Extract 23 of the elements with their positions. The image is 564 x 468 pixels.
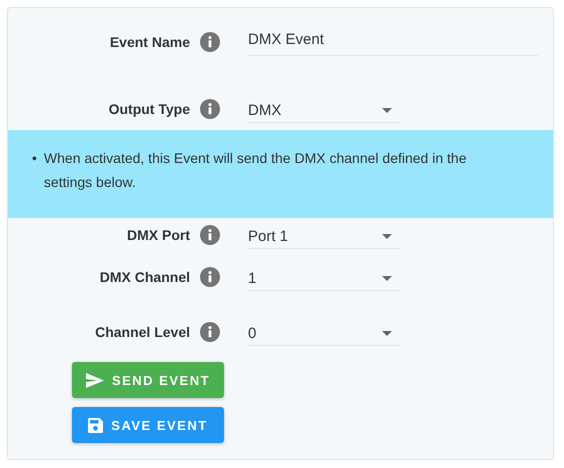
info-icon[interactable]: [200, 32, 220, 52]
field-label: Channel Level: [94, 324, 190, 340]
select-field[interactable]: 0: [248, 318, 400, 346]
notice-text: When activated, this Event will send the DMX channel defined in the settings below.: [44, 149, 468, 192]
send-icon: [86, 372, 104, 388]
info-icon[interactable]: [200, 99, 220, 119]
input-field[interactable]: DMX Event: [248, 28, 538, 56]
caret-icon: [382, 234, 392, 239]
caret-icon: [382, 108, 392, 113]
save-icon: [88, 418, 104, 432]
info-icon[interactable]: [200, 322, 220, 342]
select-field[interactable]: Port 1: [248, 221, 400, 249]
info-icon[interactable]: [200, 225, 220, 245]
field-label: Event Name: [108, 34, 190, 50]
info-icon[interactable]: [200, 267, 220, 287]
field-label: DMX Port: [126, 227, 190, 243]
bullet: •: [32, 149, 37, 168]
caret-icon: [382, 276, 392, 281]
field-label: DMX Channel: [98, 269, 190, 285]
caret-icon: [382, 331, 392, 336]
select-field[interactable]: 1: [248, 263, 400, 291]
field-label: Output Type: [108, 101, 190, 117]
select-field[interactable]: DMX: [248, 95, 400, 123]
